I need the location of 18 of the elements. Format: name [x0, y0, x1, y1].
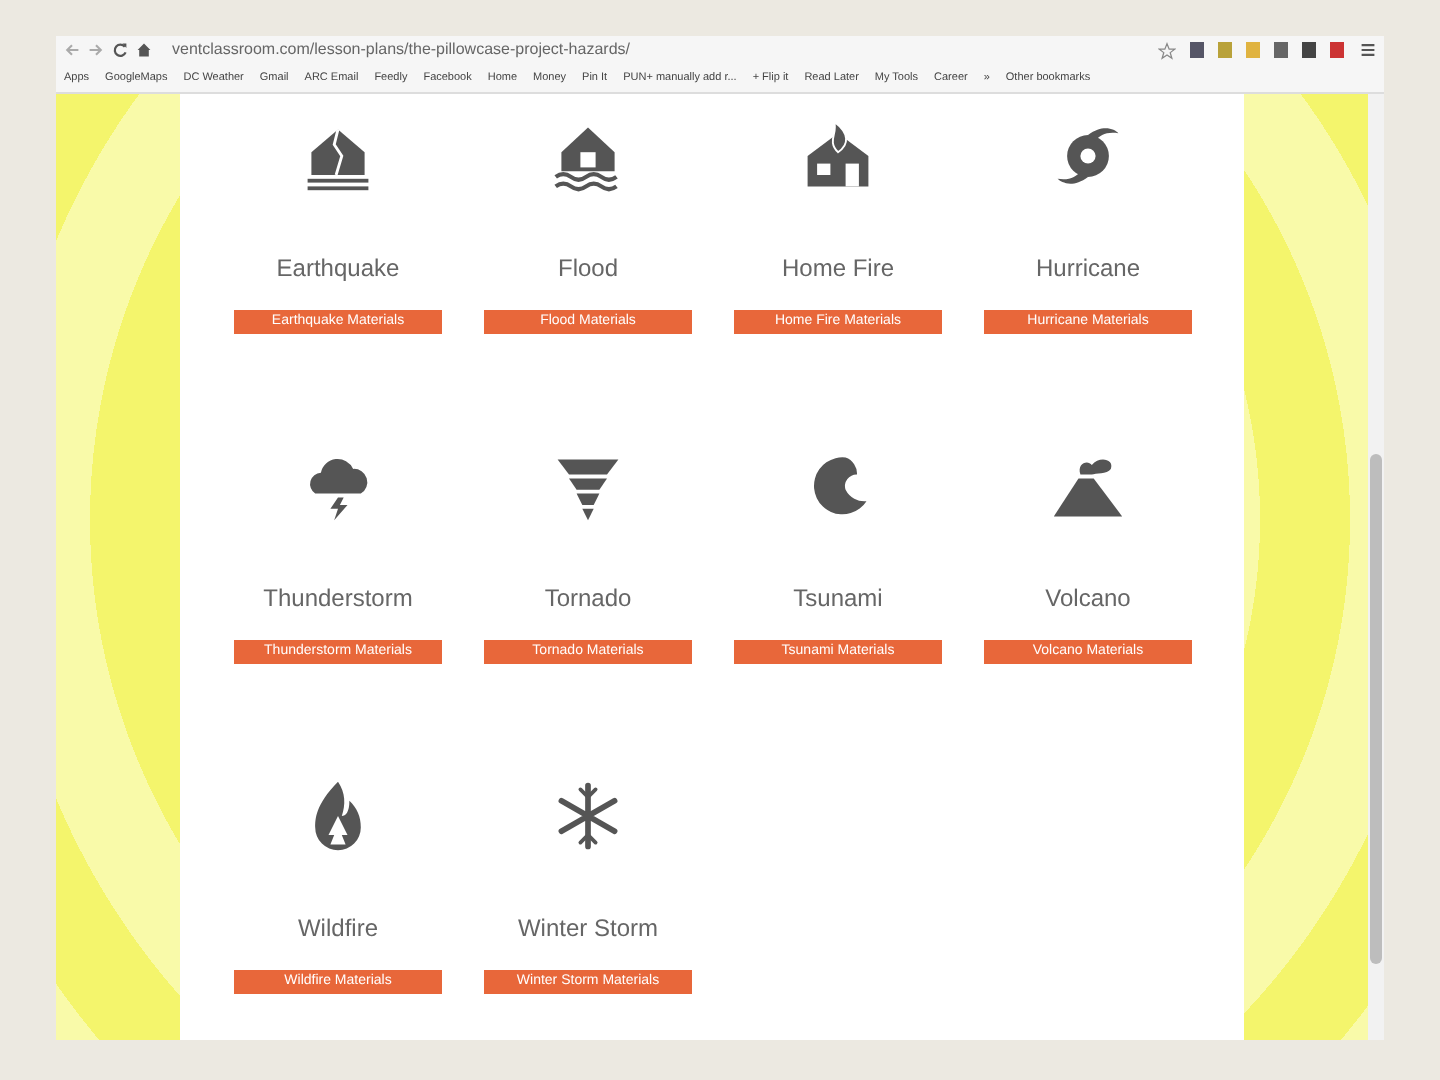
- scrollbar[interactable]: [1368, 94, 1384, 1040]
- hazard-title: Volcano: [1045, 584, 1131, 612]
- hazard-title: Earthquake: [276, 254, 400, 282]
- hazard-title: Home Fire: [781, 254, 894, 282]
- hazard-title: Flood: [557, 254, 619, 282]
- menu-icon[interactable]: [1360, 42, 1376, 58]
- back-icon[interactable]: [64, 42, 80, 58]
- reload-icon[interactable]: [112, 42, 128, 58]
- hazard-title: Wildfire: [297, 914, 378, 942]
- scrollbar-thumb[interactable]: [1370, 454, 1382, 964]
- hazard-title: Hurricane: [1035, 254, 1141, 282]
- hazard-title: Thunderstorm: [263, 584, 413, 612]
- hazard-title: Tornado: [544, 584, 632, 612]
- forward-icon[interactable]: [88, 42, 104, 58]
- star-icon[interactable]: [1158, 41, 1176, 59]
- hazard-title: Tsunami: [793, 584, 883, 612]
- home-icon[interactable]: [136, 42, 152, 58]
- hazard-title: Winter Storm: [517, 914, 658, 942]
